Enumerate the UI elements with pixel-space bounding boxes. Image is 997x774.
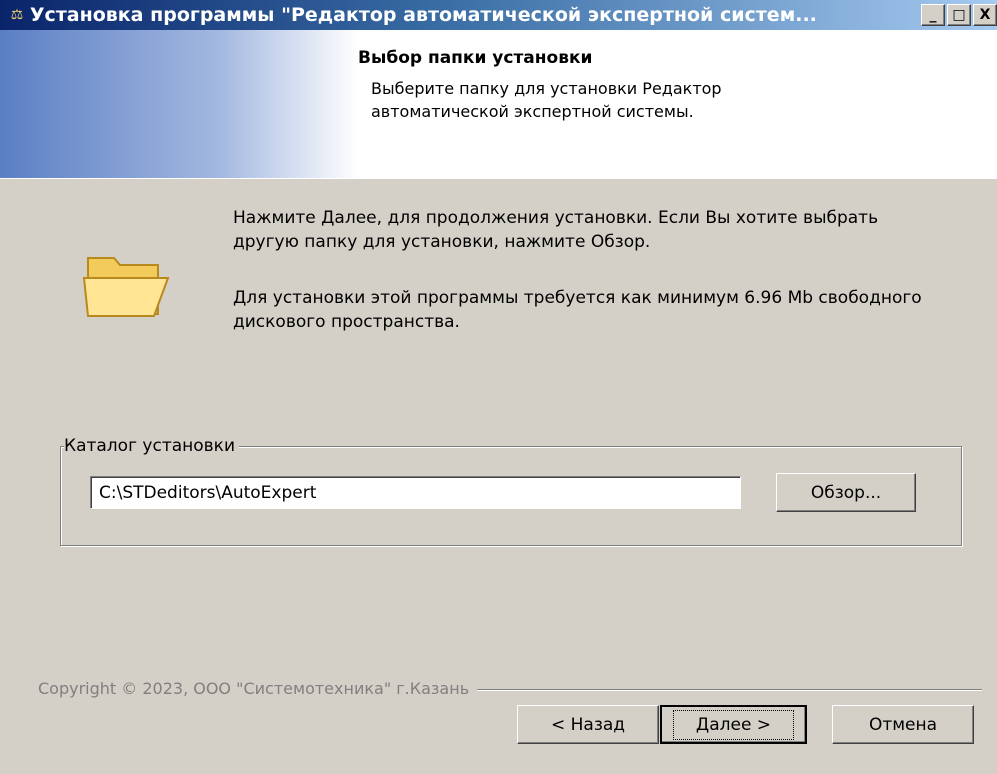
cancel-button[interactable]: Отмена — [832, 705, 974, 744]
minimize-button[interactable]: _ — [921, 4, 945, 26]
maximize-button[interactable]: □ — [947, 4, 971, 26]
page-title: Выбор папки установки — [358, 48, 593, 68]
title-bar[interactable]: ⚖ Установка программы "Редактор автомати… — [0, 0, 997, 30]
folder-icon — [82, 257, 170, 317]
page-description: Выберите папку для установки Редактор ав… — [371, 79, 722, 121]
window-title: Установка программы "Редактор автоматиче… — [29, 4, 817, 26]
back-button[interactable]: < Назад — [517, 705, 659, 744]
header-divider — [0, 178, 997, 179]
disk-space-text: Для установки этой программы требуется к… — [233, 288, 922, 332]
instruction-text: Нажмите Далее, для продолжения установки… — [233, 208, 879, 252]
close-button[interactable]: X — [973, 4, 997, 26]
next-button-label: Далее > — [672, 709, 795, 740]
wizard-header: Выбор папки установки Выберите папку для… — [0, 30, 997, 179]
scales-icon: ⚖ — [10, 7, 24, 23]
copyright-text: Copyright © 2023, ООО "Системотехника" г… — [38, 679, 478, 698]
browse-button[interactable]: Обзор... — [776, 473, 916, 512]
next-button[interactable]: Далее > — [660, 705, 807, 744]
install-dir-label: Каталог установки — [64, 436, 239, 456]
install-path-input[interactable] — [90, 476, 741, 509]
